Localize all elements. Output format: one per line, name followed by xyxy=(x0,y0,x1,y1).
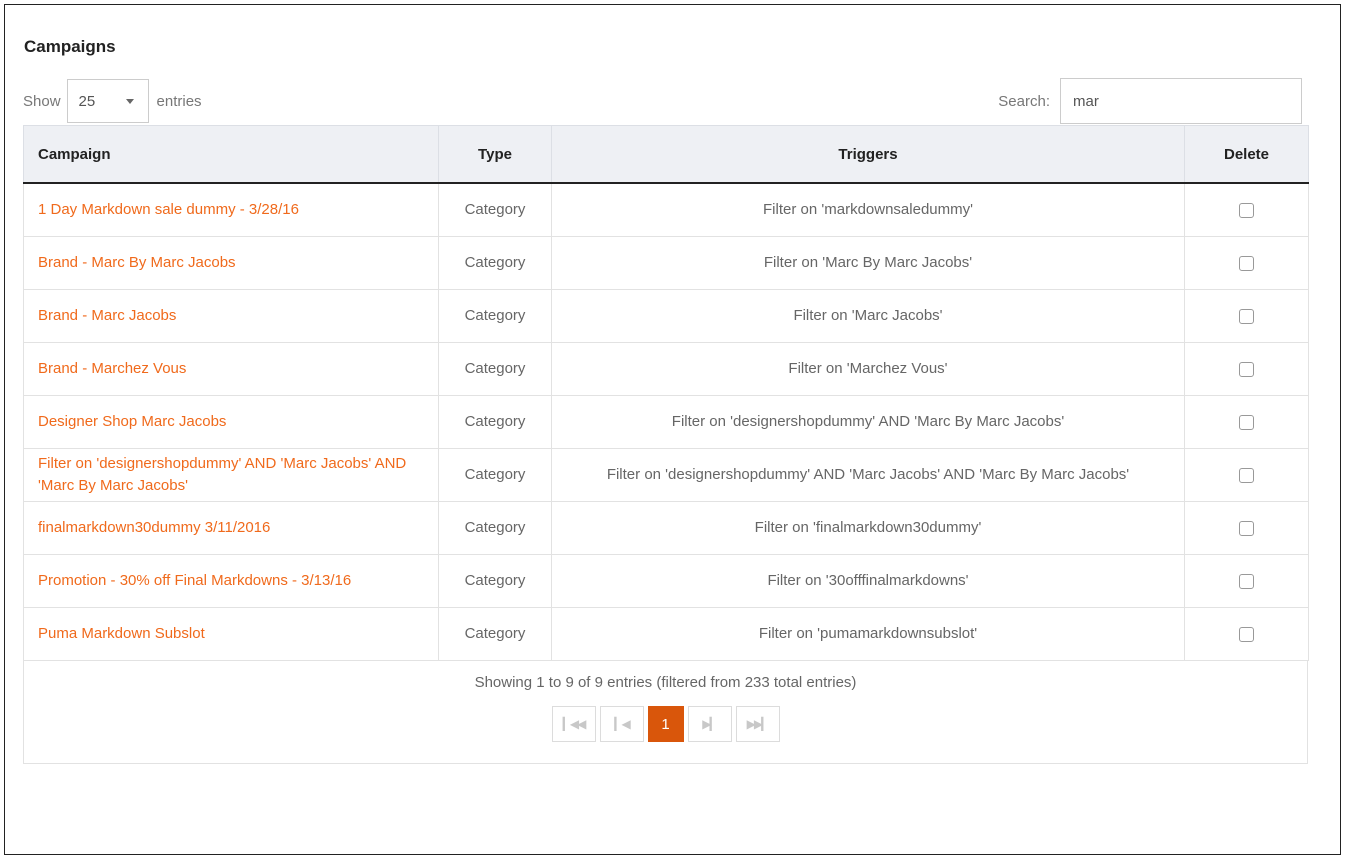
table-row: Brand - Marchez Vous Category Filter on … xyxy=(23,342,1309,396)
delete-checkbox[interactable] xyxy=(1239,626,1254,642)
column-header-campaign[interactable]: Campaign xyxy=(23,125,439,184)
campaign-link[interactable]: 1 Day Markdown sale dummy - 3/28/16 xyxy=(38,201,299,218)
type-cell: Category xyxy=(438,182,552,237)
column-header-triggers[interactable]: Triggers xyxy=(551,125,1185,184)
triggers-cell: Filter on 'Marc By Marc Jacobs' xyxy=(551,236,1185,290)
campaign-link[interactable]: Brand - Marc Jacobs xyxy=(38,307,176,324)
type-cell: Category xyxy=(438,236,552,290)
campaign-link[interactable]: Filter on 'designershopdummy' AND 'Marc … xyxy=(38,455,406,494)
column-header-delete[interactable]: Delete xyxy=(1184,125,1309,184)
campaign-cell: Designer Shop Marc Jacobs xyxy=(23,395,439,449)
page-1-button[interactable]: 1 xyxy=(647,706,684,742)
triggers-cell: Filter on '30offfinalmarkdowns' xyxy=(551,554,1185,608)
campaigns-table: Campaign Type Triggers Delete 1 Day Mark… xyxy=(23,125,1309,661)
delete-checkbox[interactable] xyxy=(1239,361,1254,377)
triggers-cell: Filter on 'finalmarkdown30dummy' xyxy=(551,501,1185,555)
length-menu: Show 25 entries xyxy=(23,78,202,124)
next-page-icon: ▶▎ xyxy=(702,717,719,731)
table-row: finalmarkdown30dummy 3/11/2016 Category … xyxy=(23,501,1309,555)
table-info-text: Showing 1 to 9 of 9 entries (filtered fr… xyxy=(474,674,857,691)
type-cell: Category xyxy=(438,501,552,555)
delete-cell xyxy=(1184,448,1309,502)
delete-cell xyxy=(1184,236,1309,290)
search-filter: Search: xyxy=(998,77,1302,125)
campaign-cell: finalmarkdown30dummy 3/11/2016 xyxy=(23,501,439,555)
type-cell: Category xyxy=(438,342,552,396)
triggers-cell: Filter on 'pumamarkdownsubslot' xyxy=(551,607,1185,661)
delete-checkbox[interactable] xyxy=(1239,308,1254,324)
delete-cell xyxy=(1184,554,1309,608)
campaign-cell: Brand - Marchez Vous xyxy=(23,342,439,396)
delete-cell xyxy=(1184,501,1309,555)
triggers-cell: Filter on 'designershopdummy' AND 'Marc … xyxy=(551,448,1185,502)
last-page-icon: ▶▶▎ xyxy=(746,717,771,731)
type-cell: Category xyxy=(438,395,552,449)
table-row: Designer Shop Marc Jacobs Category Filte… xyxy=(23,395,1309,449)
campaign-cell: Filter on 'designershopdummy' AND 'Marc … xyxy=(23,448,439,502)
pagination: ▎◀◀ ▎◀ 1 ▶▎ ▶▶▎ xyxy=(24,706,1307,742)
campaign-cell: Promotion - 30% off Final Markdowns - 3/… xyxy=(23,554,439,608)
delete-checkbox[interactable] xyxy=(1239,255,1254,271)
delete-checkbox[interactable] xyxy=(1239,467,1254,483)
type-cell: Category xyxy=(438,448,552,502)
type-cell: Category xyxy=(438,607,552,661)
campaign-cell: 1 Day Markdown sale dummy - 3/28/16 xyxy=(23,182,439,237)
search-input[interactable] xyxy=(1060,78,1302,124)
column-header-type[interactable]: Type xyxy=(438,125,552,184)
campaigns-panel: Campaigns Show 25 entries Search: Campai… xyxy=(4,4,1341,855)
type-cell: Category xyxy=(438,554,552,608)
campaign-link[interactable]: Designer Shop Marc Jacobs xyxy=(38,413,226,430)
delete-checkbox[interactable] xyxy=(1239,520,1254,536)
campaign-link[interactable]: Brand - Marc By Marc Jacobs xyxy=(38,254,236,271)
entries-per-page-select[interactable]: 25 xyxy=(66,79,149,123)
entries-per-page-value: 25 xyxy=(78,92,96,110)
show-label: Show xyxy=(23,92,61,110)
triggers-cell: Filter on 'markdownsaledummy' xyxy=(551,182,1185,237)
triggers-cell: Filter on 'designershopdummy' AND 'Marc … xyxy=(551,395,1185,449)
campaign-link[interactable]: Promotion - 30% off Final Markdowns - 3/… xyxy=(38,572,351,589)
campaign-link[interactable]: Puma Markdown Subslot xyxy=(38,625,205,642)
next-page-button[interactable]: ▶▎ xyxy=(687,706,732,742)
chevron-down-icon xyxy=(125,98,134,104)
search-label: Search: xyxy=(998,92,1050,110)
first-page-icon: ▎◀◀ xyxy=(562,717,587,731)
campaign-link[interactable]: finalmarkdown30dummy 3/11/2016 xyxy=(38,519,270,536)
delete-checkbox[interactable] xyxy=(1239,202,1254,218)
campaign-cell: Brand - Marc Jacobs xyxy=(23,289,439,343)
type-cell: Category xyxy=(438,289,552,343)
campaign-cell: Brand - Marc By Marc Jacobs xyxy=(23,236,439,290)
table-row: Puma Markdown Subslot Category Filter on… xyxy=(23,607,1309,661)
table-row: Brand - Marc Jacobs Category Filter on '… xyxy=(23,289,1309,343)
last-page-button[interactable]: ▶▶▎ xyxy=(735,706,780,742)
table-footer: Showing 1 to 9 of 9 entries (filtered fr… xyxy=(23,661,1308,764)
delete-checkbox[interactable] xyxy=(1239,573,1254,589)
panel-title: Campaigns xyxy=(24,37,116,56)
table-row: Promotion - 30% off Final Markdowns - 3/… xyxy=(23,554,1309,608)
table-row: Brand - Marc By Marc Jacobs Category Fil… xyxy=(23,236,1309,290)
first-page-button[interactable]: ▎◀◀ xyxy=(551,706,596,742)
delete-checkbox[interactable] xyxy=(1239,414,1254,430)
triggers-cell: Filter on 'Marc Jacobs' xyxy=(551,289,1185,343)
table-header-row: Campaign Type Triggers Delete xyxy=(23,125,1309,184)
delete-cell xyxy=(1184,289,1309,343)
table-row: Filter on 'designershopdummy' AND 'Marc … xyxy=(23,448,1309,502)
delete-cell xyxy=(1184,182,1309,237)
previous-page-button[interactable]: ▎◀ xyxy=(599,706,644,742)
delete-cell xyxy=(1184,342,1309,396)
campaign-link[interactable]: Brand - Marchez Vous xyxy=(38,360,186,377)
previous-page-icon: ▎◀ xyxy=(614,717,631,731)
delete-cell xyxy=(1184,607,1309,661)
entries-label: entries xyxy=(156,92,202,110)
delete-cell xyxy=(1184,395,1309,449)
campaigns-table-wrapper: Campaign Type Triggers Delete 1 Day Mark… xyxy=(23,125,1309,764)
campaign-cell: Puma Markdown Subslot xyxy=(23,607,439,661)
table-row: 1 Day Markdown sale dummy - 3/28/16 Cate… xyxy=(23,182,1309,237)
triggers-cell: Filter on 'Marchez Vous' xyxy=(551,342,1185,396)
